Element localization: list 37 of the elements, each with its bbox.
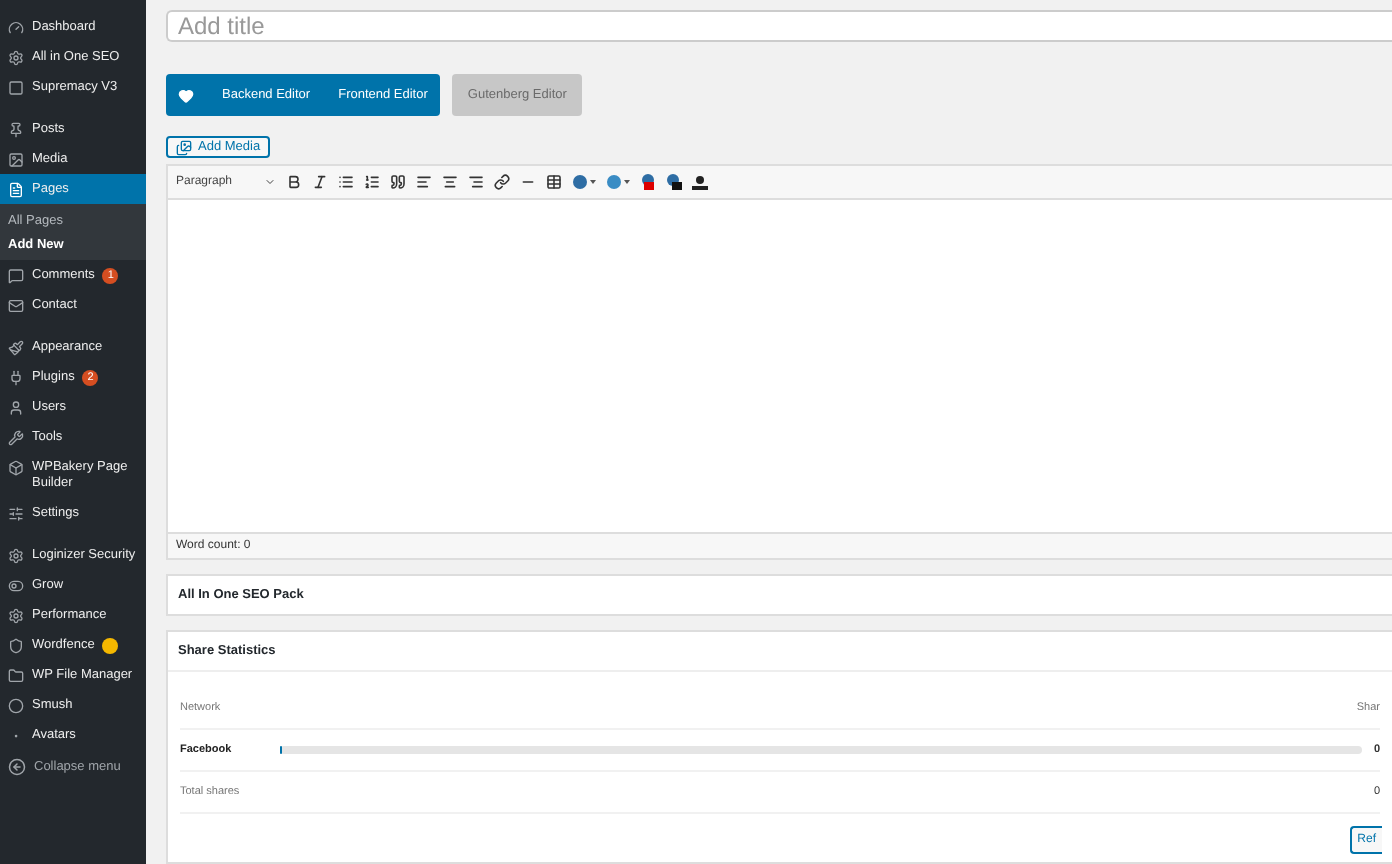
plugin-icon[interactable] [666, 174, 682, 190]
media-icon [8, 151, 24, 167]
link-icon[interactable] [494, 174, 510, 190]
pin-icon [8, 121, 24, 137]
align-left-icon[interactable] [416, 174, 432, 190]
brush-icon [8, 339, 24, 355]
media-icon [176, 139, 192, 156]
user-icon [8, 399, 24, 415]
circle-icon [8, 697, 24, 713]
box-icon [8, 459, 24, 475]
gauge-icon [8, 19, 24, 35]
numbered-list-icon[interactable] [364, 174, 380, 190]
table-icon[interactable] [546, 174, 562, 190]
toggle-icon [8, 577, 24, 593]
gear-icon [8, 607, 24, 623]
italic-icon[interactable] [312, 174, 328, 190]
wrench-icon [8, 429, 24, 445]
align-right-icon[interactable] [468, 174, 484, 190]
plug-icon [8, 369, 24, 385]
gear-icon [8, 547, 24, 563]
heart-icon [178, 87, 194, 104]
page-icon [8, 181, 24, 197]
person-icon[interactable] [692, 174, 708, 190]
mail-icon [8, 297, 24, 313]
square-icon [8, 79, 24, 95]
gear-icon [8, 49, 24, 65]
collapse-icon [8, 758, 26, 776]
align-center-icon[interactable] [442, 174, 458, 190]
quote-icon[interactable] [390, 174, 406, 190]
bold-icon[interactable] [286, 174, 302, 190]
title-field[interactable]: Add title [166, 10, 1392, 43]
comment-icon [8, 267, 24, 283]
folder-icon [8, 667, 24, 683]
shield-icon [8, 637, 24, 653]
settings-icon [8, 505, 24, 521]
caret-icon [264, 176, 276, 188]
bullet-list-icon[interactable] [338, 174, 354, 190]
